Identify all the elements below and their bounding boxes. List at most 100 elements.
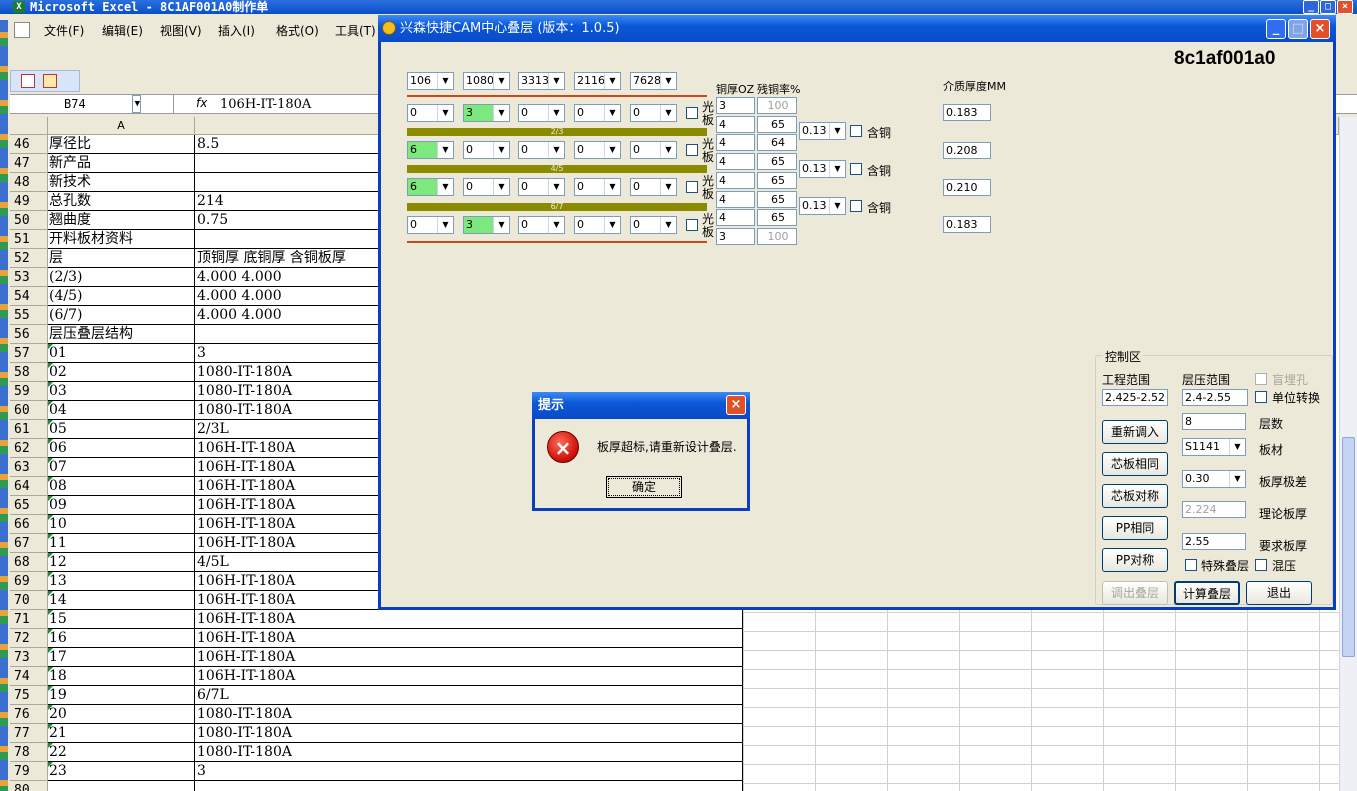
residual-copper-field[interactable]: 64 (757, 134, 797, 151)
chevron-down-icon[interactable]: ▼ (437, 73, 453, 89)
menu-tools[interactable]: 工具(T) (335, 22, 376, 39)
row-number[interactable]: 68 (10, 553, 48, 572)
close-icon[interactable]: × (1310, 19, 1330, 39)
maximize-icon[interactable]: □ (1320, 0, 1336, 14)
cell-a[interactable]: 21 (48, 724, 195, 743)
cell-a[interactable]: 总孔数 (48, 192, 195, 211)
cell-a[interactable]: 01 (48, 344, 195, 363)
row-number[interactable]: 66 (10, 515, 48, 534)
prepreg-count-select[interactable]: 0 ▼ (574, 216, 621, 234)
prepreg-count-select[interactable]: 6 ▼ (407, 178, 454, 196)
cell-a[interactable]: 新技术 (48, 173, 195, 192)
cell-a[interactable]: 13 (48, 572, 195, 591)
row-number[interactable]: 74 (10, 667, 48, 686)
cell-a[interactable]: 09 (48, 496, 195, 515)
select-all[interactable] (10, 117, 48, 135)
prepreg-count-select[interactable]: 0 ▼ (407, 104, 454, 122)
chevron-down-icon[interactable]: ▼ (829, 161, 845, 177)
chevron-down-icon[interactable]: ▼ (604, 179, 620, 195)
cell-a[interactable]: 层压叠层结构 (48, 325, 195, 344)
row-number[interactable]: 53 (10, 268, 48, 287)
cell-a[interactable]: 18 (48, 667, 195, 686)
cell-b[interactable] (195, 781, 743, 791)
row-number[interactable]: 50 (10, 211, 48, 230)
chevron-down-icon[interactable]: ▼ (829, 198, 845, 214)
prepreg-count-select[interactable]: 0 ▼ (518, 104, 565, 122)
prepreg-count-select[interactable]: 0 ▼ (574, 104, 621, 122)
chevron-down-icon[interactable]: ▼ (437, 105, 453, 121)
row-number[interactable]: 76 (10, 705, 48, 724)
residual-copper-field[interactable]: 65 (757, 116, 797, 133)
menu-format[interactable]: 格式(O) (276, 22, 319, 39)
prepreg-count-select[interactable]: 6 ▼ (407, 141, 454, 159)
cell-a[interactable]: 20 (48, 705, 195, 724)
row-number[interactable]: 77 (10, 724, 48, 743)
cell-b[interactable]: 106H-IT-180A (195, 667, 743, 686)
row-number[interactable]: 51 (10, 230, 48, 249)
pdf-settings-icon[interactable] (43, 74, 57, 88)
prepreg-count-select[interactable]: 0 ▼ (518, 141, 565, 159)
minimize-icon[interactable]: _ (1266, 19, 1286, 39)
chevron-down-icon[interactable]: ▼ (660, 105, 676, 121)
bare-board-checkbox[interactable] (686, 181, 698, 193)
cell-b[interactable]: 1080-IT-180A (195, 743, 743, 762)
cell-a[interactable]: 19 (48, 686, 195, 705)
formula-input[interactable]: 106H-IT-180A (220, 95, 311, 114)
residual-copper-field[interactable]: 65 (757, 209, 797, 226)
dielectric-field[interactable]: 0.183 (943, 216, 991, 233)
cell-a[interactable]: 14 (48, 591, 195, 610)
cell-b[interactable]: 1080-IT-180A (195, 705, 743, 724)
cell-a[interactable]: 11 (48, 534, 195, 553)
blind-buried-checkbox[interactable] (1255, 373, 1267, 385)
chevron-down-icon[interactable]: ▼ (493, 73, 509, 89)
chevron-down-icon[interactable]: ▼ (660, 217, 676, 233)
cell-b[interactable]: 106H-IT-180A (195, 629, 743, 648)
close-icon[interactable]: × (1337, 0, 1353, 14)
include-copper-checkbox[interactable] (850, 163, 862, 175)
row-number[interactable]: 69 (10, 572, 48, 591)
menu-insert[interactable]: 插入(I) (218, 22, 255, 39)
row-number[interactable]: 56 (10, 325, 48, 344)
chevron-down-icon[interactable]: ▼ (660, 142, 676, 158)
chevron-down-icon[interactable]: ▼ (493, 142, 509, 158)
cell-a[interactable]: 层 (48, 249, 195, 268)
chevron-down-icon[interactable]: ▼ (660, 73, 676, 89)
dielectric-field[interactable]: 0.208 (943, 142, 991, 159)
row-number[interactable]: 75 (10, 686, 48, 705)
dielectric-field[interactable]: 0.183 (943, 104, 991, 121)
core-thickness-select[interactable]: 0.13 ▼ (799, 197, 846, 215)
row-number[interactable]: 58 (10, 363, 48, 382)
chevron-down-icon[interactable]: ▼ (604, 105, 620, 121)
cell-a[interactable]: 16 (48, 629, 195, 648)
menu-view[interactable]: 视图(V) (160, 22, 202, 39)
row-number[interactable]: 59 (10, 382, 48, 401)
eng-range-field[interactable]: 2.425-2.52 (1102, 389, 1168, 406)
row-number[interactable]: 61 (10, 420, 48, 439)
ok-button[interactable]: 确定 (606, 476, 682, 498)
row-number[interactable]: 79 (10, 762, 48, 781)
copper-oz-field[interactable]: 4 (716, 191, 755, 208)
prepreg-count-select[interactable]: 0 ▼ (630, 104, 677, 122)
menu-file[interactable]: 文件(F) (44, 22, 84, 39)
row-number[interactable]: 64 (10, 477, 48, 496)
chevron-down-icon[interactable]: ▼ (548, 142, 564, 158)
residual-copper-field[interactable]: 65 (757, 172, 797, 189)
pp-symmetric-button[interactable]: PP对称 (1102, 548, 1168, 572)
copper-oz-field[interactable]: 4 (716, 116, 755, 133)
copper-oz-field[interactable]: 4 (716, 209, 755, 226)
row-number[interactable]: 55 (10, 306, 48, 325)
chevron-down-icon[interactable]: ▼ (604, 217, 620, 233)
cell-a[interactable]: 03 (48, 382, 195, 401)
name-box[interactable]: B74 ▼ (24, 95, 174, 114)
chevron-down-icon[interactable]: ▼ (604, 73, 620, 89)
row-number[interactable]: 71 (10, 610, 48, 629)
chevron-down-icon[interactable]: ▼ (437, 179, 453, 195)
chevron-down-icon[interactable]: ▼ (660, 179, 676, 195)
prepreg-count-select[interactable]: 0 ▼ (630, 141, 677, 159)
dielectric-field[interactable]: 0.210 (943, 179, 991, 196)
core-symmetric-button[interactable]: 芯板对称 (1102, 484, 1168, 508)
bare-board-checkbox[interactable] (686, 107, 698, 119)
prepreg-type-select[interactable]: 1080 ▼ (463, 72, 510, 90)
prepreg-type-select[interactable]: 106 ▼ (407, 72, 454, 90)
prepreg-count-select[interactable]: 0 ▼ (518, 216, 565, 234)
